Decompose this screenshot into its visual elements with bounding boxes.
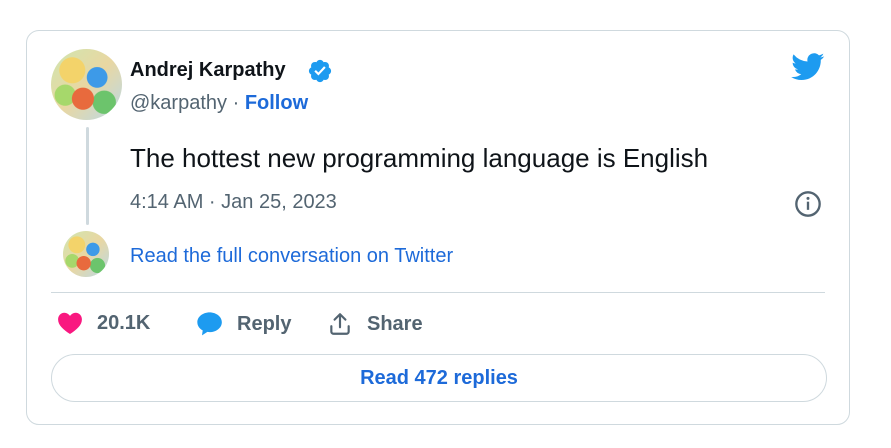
thread-connector-line: [86, 127, 89, 225]
follow-link[interactable]: Follow: [245, 92, 308, 114]
reply-label: Reply: [237, 312, 292, 335]
read-replies-label: Read 472 replies: [360, 366, 518, 389]
share-upload-icon: [330, 313, 350, 335]
author-handle-line: @karpathy · Follow: [130, 92, 308, 115]
heart-icon: [58, 312, 82, 335]
read-conversation-link[interactable]: Read the full conversation on Twitter: [130, 245, 453, 268]
share-label: Share: [367, 312, 423, 335]
author-avatar[interactable]: [51, 49, 122, 120]
handle-separator: ·: [232, 92, 240, 114]
author-handle[interactable]: @karpathy: [130, 92, 227, 114]
tweet-timestamp[interactable]: 4:14 AM · Jan 25, 2023: [130, 191, 337, 214]
share-button[interactable]: Share: [327, 311, 423, 337]
author-name[interactable]: Andrej Karpathy: [130, 59, 286, 82]
twitter-bird-icon[interactable]: [791, 53, 825, 81]
tweet-embed-card: Andrej Karpathy @karpathy · Follow The h…: [26, 30, 850, 425]
read-replies-button[interactable]: Read 472 replies: [51, 354, 827, 402]
conversation-avatar: [63, 231, 109, 277]
tweet-text: The hottest new programming language is …: [130, 143, 709, 173]
speech-bubble-icon: [197, 312, 222, 336]
info-icon[interactable]: [794, 190, 822, 218]
actions-divider: [51, 292, 825, 293]
reply-button[interactable]: Reply: [195, 311, 291, 337]
verified-badge-icon: [308, 59, 332, 83]
like-count: 20.1K: [97, 311, 151, 334]
like-button[interactable]: 20.1K: [57, 311, 150, 335]
